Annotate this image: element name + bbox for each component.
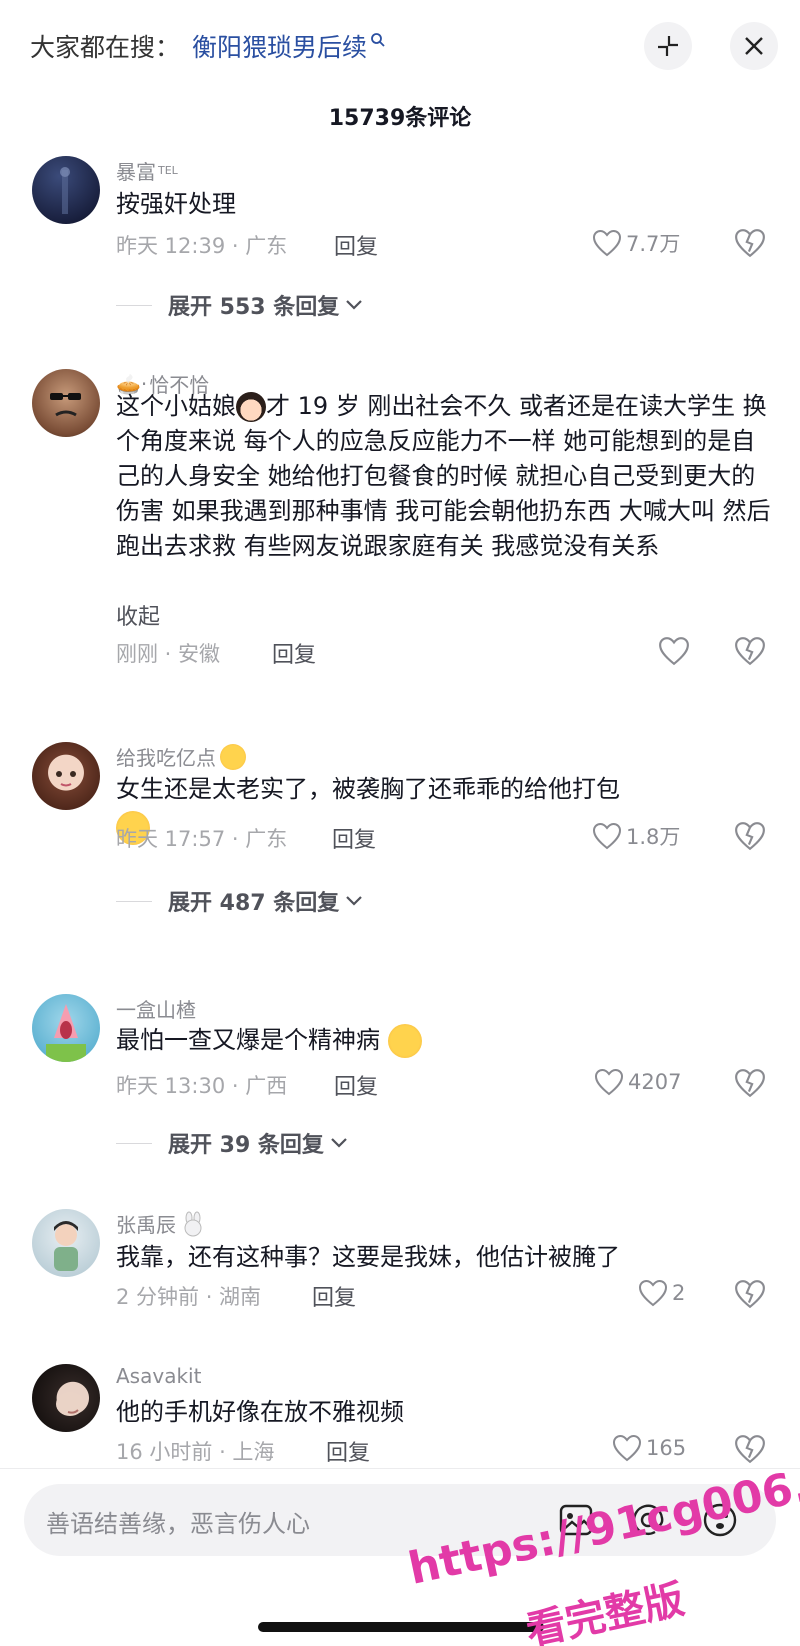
heart-icon bbox=[612, 1434, 642, 1462]
comment-count: 15739条评论 bbox=[328, 106, 472, 131]
dislike-button[interactable] bbox=[734, 1279, 766, 1309]
comment-item: 一盒山楂 最怕一查又爆是个精神病 昨天 13:30 · 广西 回复 4207 展… bbox=[0, 990, 800, 1180]
expand-replies[interactable]: 展开 39 条回复 bbox=[116, 1127, 348, 1159]
comment-meta: 昨天 12:39 · 广东 bbox=[116, 234, 288, 258]
username-badge: TEL bbox=[158, 164, 178, 177]
username[interactable]: 一盒山楂 bbox=[116, 994, 196, 1023]
avatar[interactable] bbox=[32, 742, 100, 810]
comment-item: 给我吃亿点 女生还是太老实了，被袭胸了还乖乖的给他打包 昨天 17:57 · 广… bbox=[0, 738, 800, 958]
top-bar: 大家都在搜： 衡阳猥琐男后续 bbox=[0, 0, 800, 100]
comment-input-placeholder: 善语结善缘，恶言伤人心 bbox=[46, 1510, 310, 1538]
reply-button[interactable]: 回复 bbox=[332, 822, 376, 854]
chevron-down-icon bbox=[346, 896, 363, 906]
minimize-icon bbox=[658, 36, 678, 56]
like-button[interactable]: 4207 bbox=[594, 1068, 681, 1096]
comment-text: 我靠，还有这种事？这要是我妹，他估计被腌了 bbox=[116, 1243, 620, 1271]
like-button[interactable]: 2 bbox=[638, 1279, 685, 1307]
minimize-button[interactable] bbox=[644, 22, 692, 70]
like-count: 4207 bbox=[628, 1070, 682, 1094]
expand-replies[interactable]: 展开 553 条回复 bbox=[116, 289, 363, 321]
comment-meta: 16 小时前 · 上海 bbox=[116, 1440, 275, 1464]
comment-meta: 昨天 13:30 · 广西 bbox=[116, 1074, 288, 1098]
reply-button[interactable]: 回复 bbox=[312, 1280, 356, 1312]
home-indicator bbox=[258, 1622, 544, 1632]
collapse-link[interactable]: 收起 bbox=[116, 599, 160, 631]
reply-button[interactable]: 回复 bbox=[334, 229, 378, 261]
username[interactable]: 给我吃亿点 bbox=[116, 742, 246, 771]
like-button[interactable]: 1.8万 bbox=[592, 821, 680, 851]
dislike-button[interactable] bbox=[734, 821, 766, 851]
reply-button[interactable]: 回复 bbox=[272, 637, 316, 669]
comment-item: 暴富 TEL 按强奸处理 昨天 12:39 · 广东 回复 7.7万 展开 55… bbox=[0, 150, 800, 340]
avatar[interactable] bbox=[32, 369, 100, 437]
heart-icon[interactable] bbox=[658, 636, 690, 666]
search-hint-term[interactable]: 衡阳猥琐男后续 bbox=[192, 28, 367, 64]
chevron-down-icon bbox=[331, 1138, 347, 1148]
comment-text: 最怕一查又爆是个精神病 bbox=[116, 1022, 776, 1058]
heart-icon bbox=[594, 1068, 624, 1096]
avatar[interactable] bbox=[32, 156, 100, 224]
dislike-button[interactable] bbox=[734, 1068, 766, 1098]
comment-meta: 昨天 17:57 · 广东 bbox=[116, 827, 288, 851]
comment-text: 这个小姑娘才 19 岁 刚出社会不久 或者还是在读大学生 换个角度来说 每个人的… bbox=[116, 392, 771, 560]
comment-item: Asavakit 他的手机好像在放不雅视频 16 小时前 · 上海 回复 165 bbox=[0, 1360, 800, 1470]
reply-button[interactable]: 回复 bbox=[334, 1069, 378, 1101]
comment-item: 张禹辰 我靠，还有这种事？这要是我妹，他估计被腌了 2 分钟前 · 湖南 回复 … bbox=[0, 1205, 800, 1335]
heart-icon bbox=[638, 1279, 668, 1307]
heart-icon bbox=[592, 822, 622, 850]
smile-emoji bbox=[220, 743, 246, 770]
comment-text: 按强奸处理 bbox=[116, 190, 236, 218]
dislike-button[interactable] bbox=[734, 228, 766, 258]
chevron-down-icon bbox=[346, 300, 363, 310]
comment-item: 🥧· 恰不恰 这个小姑娘才 19 岁 刚出社会不久 或者还是在读大学生 换个角度… bbox=[0, 365, 800, 705]
close-button[interactable] bbox=[730, 22, 778, 70]
username[interactable]: Asavakit bbox=[116, 1364, 201, 1388]
search-hint-label: 大家都在搜： bbox=[30, 33, 181, 62]
close-icon bbox=[745, 37, 763, 55]
like-button[interactable]: 165 bbox=[612, 1434, 686, 1462]
heart-icon bbox=[592, 229, 622, 257]
like-count: 165 bbox=[646, 1436, 687, 1460]
like-count: 7.7万 bbox=[626, 232, 681, 256]
search-icon bbox=[371, 33, 385, 47]
watermark-text: 看完整版 bbox=[522, 1576, 689, 1646]
avatar[interactable] bbox=[32, 1209, 100, 1277]
comment-meta: 刚刚 · 安徽 bbox=[116, 642, 221, 666]
dislike-button[interactable] bbox=[734, 1434, 766, 1464]
dislike-button[interactable] bbox=[734, 636, 766, 666]
search-suggestion[interactable]: 大家都在搜： 衡阳猥琐男后续 bbox=[30, 28, 386, 64]
divider bbox=[0, 1468, 800, 1469]
reply-button[interactable]: 回复 bbox=[326, 1435, 370, 1467]
like-count: 2 bbox=[672, 1281, 686, 1305]
comment-text: 他的手机好像在放不雅视频 bbox=[116, 1398, 404, 1426]
username[interactable]: 暴富 TEL bbox=[116, 156, 178, 185]
girl-emoji bbox=[236, 392, 266, 422]
like-button[interactable]: 7.7万 bbox=[592, 228, 680, 258]
expand-replies[interactable]: 展开 487 条回复 bbox=[116, 885, 363, 917]
grimace-emoji bbox=[387, 1024, 422, 1058]
comment-meta: 2 分钟前 · 湖南 bbox=[116, 1285, 262, 1309]
username[interactable]: 张禹辰 bbox=[116, 1209, 206, 1238]
rabbit-emoji bbox=[184, 1211, 202, 1236]
avatar[interactable] bbox=[32, 1364, 100, 1432]
avatar[interactable] bbox=[32, 994, 100, 1062]
like-count: 1.8万 bbox=[626, 825, 681, 849]
